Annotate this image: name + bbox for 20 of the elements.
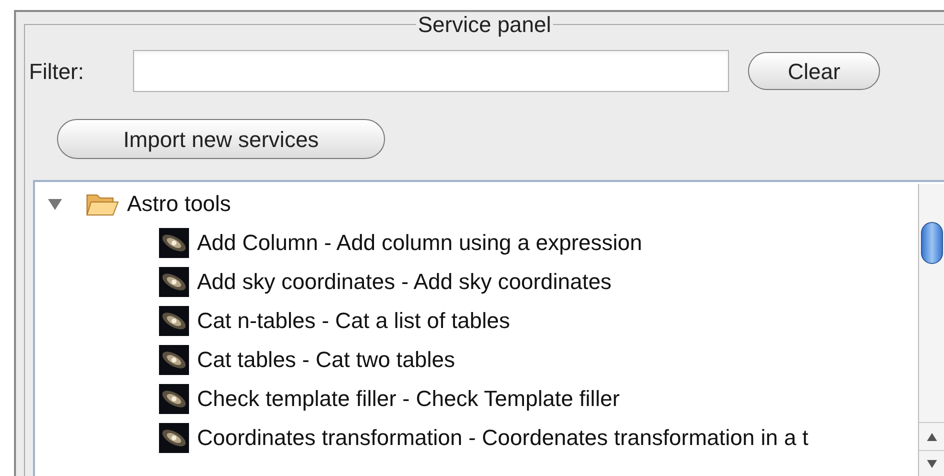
filter-label: Filter: (29, 58, 85, 86)
galaxy-icon (159, 344, 189, 374)
service-item[interactable]: Coordinates transformation - Coordenates transformation in a t (197, 421, 808, 454)
scrollbar-thumb[interactable] (921, 222, 943, 264)
folder-label[interactable]: Astro tools (127, 187, 231, 220)
clear-button[interactable]: Clear (748, 52, 880, 90)
service-item[interactable]: Cat n-tables - Cat a list of tables (197, 304, 510, 337)
vertical-scrollbar[interactable] (918, 184, 944, 476)
galaxy-icon (159, 306, 189, 336)
galaxy-icon (159, 422, 189, 452)
service-item[interactable]: Add sky coordinates - Add sky coordinates (197, 265, 612, 298)
filter-field[interactable] (133, 50, 729, 92)
disclosure-triangle[interactable] (47, 196, 63, 210)
service-item[interactable]: Add Column - Add column using a expression (197, 226, 642, 259)
service-item[interactable]: Cat tables - Cat two tables (197, 343, 456, 376)
service-item[interactable]: Check template filler - Check Template filler (197, 382, 620, 415)
galaxy-icon (159, 266, 189, 296)
galaxy-icon (159, 384, 189, 414)
import-services-button[interactable]: Import new services (57, 119, 385, 159)
galaxy-icon (159, 228, 189, 258)
